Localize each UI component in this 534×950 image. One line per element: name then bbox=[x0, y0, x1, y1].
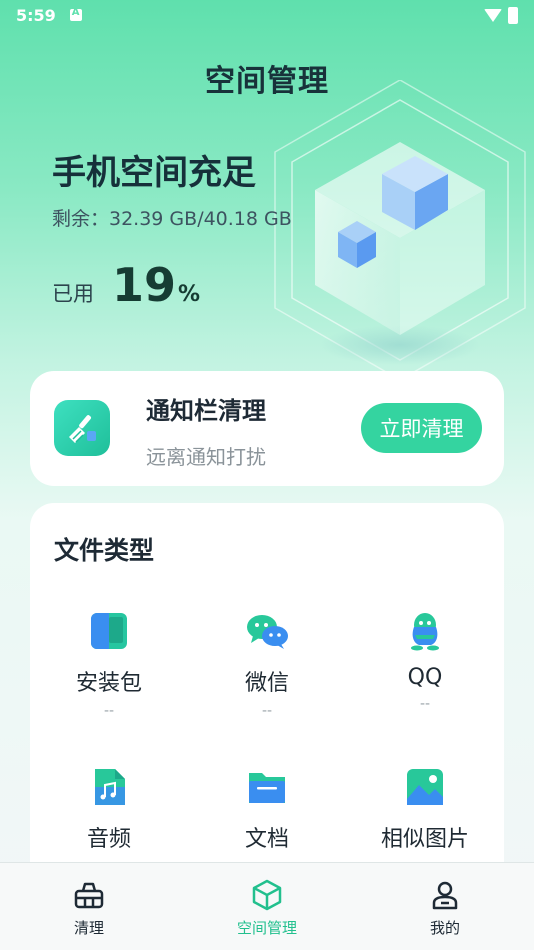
used-percent: 19 bbox=[112, 258, 177, 312]
file-type-qq[interactable]: QQ -- bbox=[350, 611, 500, 712]
basket-icon bbox=[74, 882, 104, 909]
notify-card-subtitle: 远离通知打扰 bbox=[146, 445, 266, 469]
bottom-nav: 清理 空间管理 我的 bbox=[0, 862, 534, 950]
file-type-name: 相似图片 bbox=[380, 827, 469, 852]
nav-item-clean[interactable]: 清理 bbox=[0, 863, 178, 950]
file-type-audio[interactable]: 音频 bbox=[34, 767, 184, 853]
wechat-icon bbox=[247, 615, 288, 649]
clean-now-button[interactable]: 立即清理 bbox=[361, 403, 482, 453]
file-type-similar-images[interactable]: 相似图片 bbox=[350, 767, 500, 853]
user-icon bbox=[432, 881, 458, 910]
storage-status-title: 手机空间充足 bbox=[52, 153, 256, 193]
file-type-name: 文档 bbox=[244, 827, 289, 852]
status-time: 5:59 bbox=[16, 5, 56, 25]
storage-used: 已用 19 % bbox=[52, 258, 200, 312]
file-type-size: -- bbox=[419, 696, 431, 712]
file-type-apk[interactable]: 安装包 -- bbox=[34, 611, 184, 719]
file-type-wechat[interactable]: 微信 -- bbox=[192, 611, 342, 719]
used-unit: % bbox=[178, 282, 201, 307]
nav-item-mine[interactable]: 我的 bbox=[356, 863, 534, 950]
wifi-icon bbox=[484, 8, 502, 22]
notification-a-icon bbox=[69, 7, 82, 21]
broom-icon bbox=[54, 400, 110, 456]
status-right bbox=[484, 6, 518, 24]
apk-icon bbox=[91, 613, 127, 649]
file-types-title: 文件类型 bbox=[54, 536, 155, 565]
notification-clean-card[interactable]: 通知栏清理 远离通知打扰 立即清理 bbox=[30, 371, 504, 486]
audio-file-icon bbox=[95, 769, 125, 805]
storage-remaining: 剩余：32.39 GB/40.18 GB bbox=[52, 208, 292, 230]
battery-icon bbox=[508, 6, 518, 24]
file-types-card: 文件类型 安装包 -- 微信 -- QQ -- 音频 文档 相似图片 bbox=[30, 503, 504, 903]
storage-cube-illustration bbox=[274, 80, 526, 380]
nav-label: 清理 bbox=[73, 919, 104, 937]
nav-item-space-management[interactable]: 空间管理 bbox=[178, 863, 356, 950]
file-type-name: 安装包 bbox=[75, 671, 142, 696]
image-icon bbox=[407, 769, 443, 805]
file-type-size: -- bbox=[103, 703, 115, 719]
file-type-size: -- bbox=[261, 703, 273, 719]
file-type-name: 微信 bbox=[244, 671, 289, 696]
file-type-name: 音频 bbox=[86, 827, 131, 852]
cube-icon bbox=[252, 879, 282, 911]
nav-label: 我的 bbox=[429, 919, 460, 937]
status-bar: 5:59 bbox=[0, 0, 534, 30]
file-type-document[interactable]: 文档 bbox=[192, 767, 342, 853]
folder-icon bbox=[249, 773, 285, 803]
file-type-name: QQ bbox=[407, 665, 443, 690]
nav-label: 空间管理 bbox=[236, 919, 297, 937]
used-label: 已用 bbox=[52, 282, 94, 306]
qq-icon bbox=[411, 613, 439, 651]
notify-card-title: 通知栏清理 bbox=[146, 397, 266, 425]
